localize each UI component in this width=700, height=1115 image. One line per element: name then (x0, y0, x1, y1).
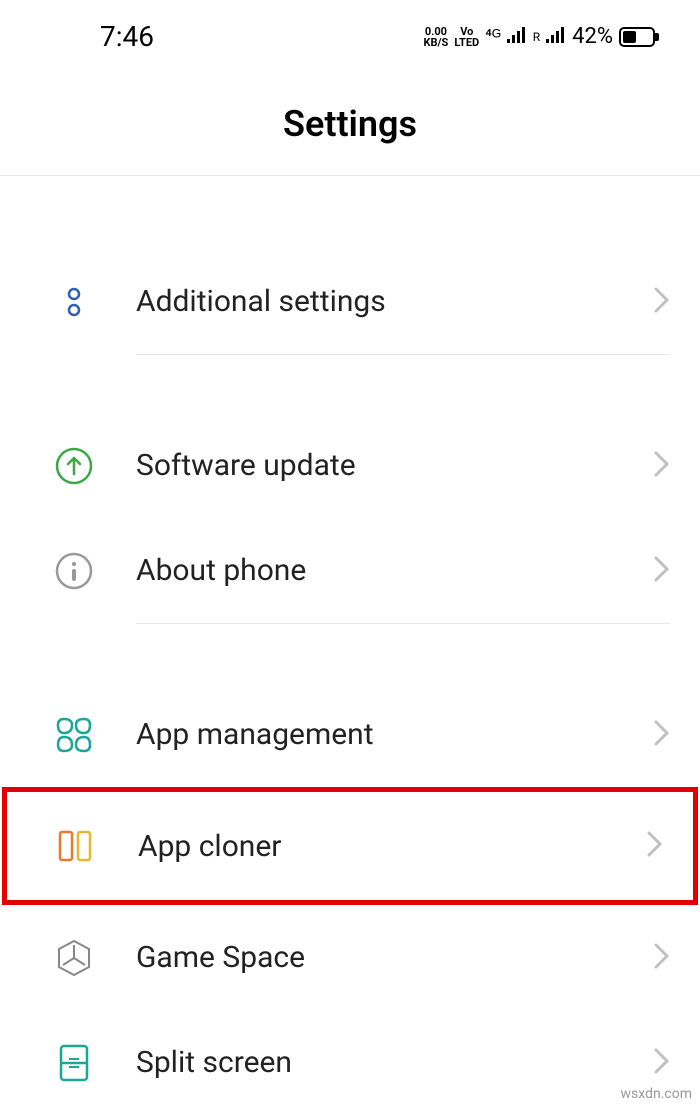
signal-bars-icon (507, 25, 527, 48)
chevron-right-icon (654, 943, 670, 973)
setting-game-space[interactable]: Game Space (0, 905, 700, 1010)
chevron-right-icon (654, 451, 670, 481)
page-header: Settings (0, 68, 700, 176)
setting-label: About phone (136, 553, 654, 588)
chevron-right-icon (654, 287, 670, 317)
signal-bars-2-icon (546, 25, 566, 48)
about-phone-icon (54, 551, 94, 591)
battery-icon (619, 27, 655, 47)
setting-split-screen[interactable]: Split screen (0, 1010, 700, 1115)
setting-label: App management (136, 717, 654, 752)
setting-app-cloner[interactable]: App cloner (2, 787, 698, 905)
volte-icon: Vo LTED (454, 26, 479, 48)
status-bar: 7:46 0.00 KB/S Vo LTED ⁴ᴳ R 42% (0, 0, 700, 68)
data-speed-icon: 0.00 KB/S (423, 26, 448, 48)
additional-settings-icon (54, 282, 94, 322)
chevron-right-icon (654, 720, 670, 750)
chevron-right-icon (647, 831, 663, 861)
status-indicators: 0.00 KB/S Vo LTED ⁴ᴳ R 42% (423, 24, 655, 49)
split-screen-icon (54, 1043, 94, 1083)
page-title: Settings (0, 103, 700, 145)
partial-row-top (0, 176, 700, 191)
watermark: wsxdn.com (621, 1086, 692, 1102)
setting-software-update[interactable]: Software update (0, 413, 700, 518)
status-time: 7:46 (100, 20, 154, 53)
app-cloner-icon (56, 826, 96, 866)
setting-label: Split screen (136, 1045, 654, 1080)
network-4g-icon: ⁴ᴳ (485, 26, 501, 47)
setting-about-phone[interactable]: About phone (0, 518, 700, 623)
chevron-right-icon (654, 1048, 670, 1078)
battery-percent: 42% (572, 24, 613, 49)
software-update-icon (54, 446, 94, 486)
settings-list: Additional settings Software update Abou… (0, 176, 700, 1115)
setting-additional-settings[interactable]: Additional settings (0, 249, 700, 354)
app-management-icon (54, 715, 94, 755)
setting-label: Software update (136, 448, 654, 483)
setting-label: Additional settings (136, 284, 654, 319)
chevron-right-icon (654, 556, 670, 586)
game-space-icon (54, 938, 94, 978)
roaming-icon: R (533, 30, 540, 44)
setting-label: App cloner (138, 829, 647, 864)
setting-app-management[interactable]: App management (0, 682, 700, 787)
setting-label: Game Space (136, 940, 654, 975)
